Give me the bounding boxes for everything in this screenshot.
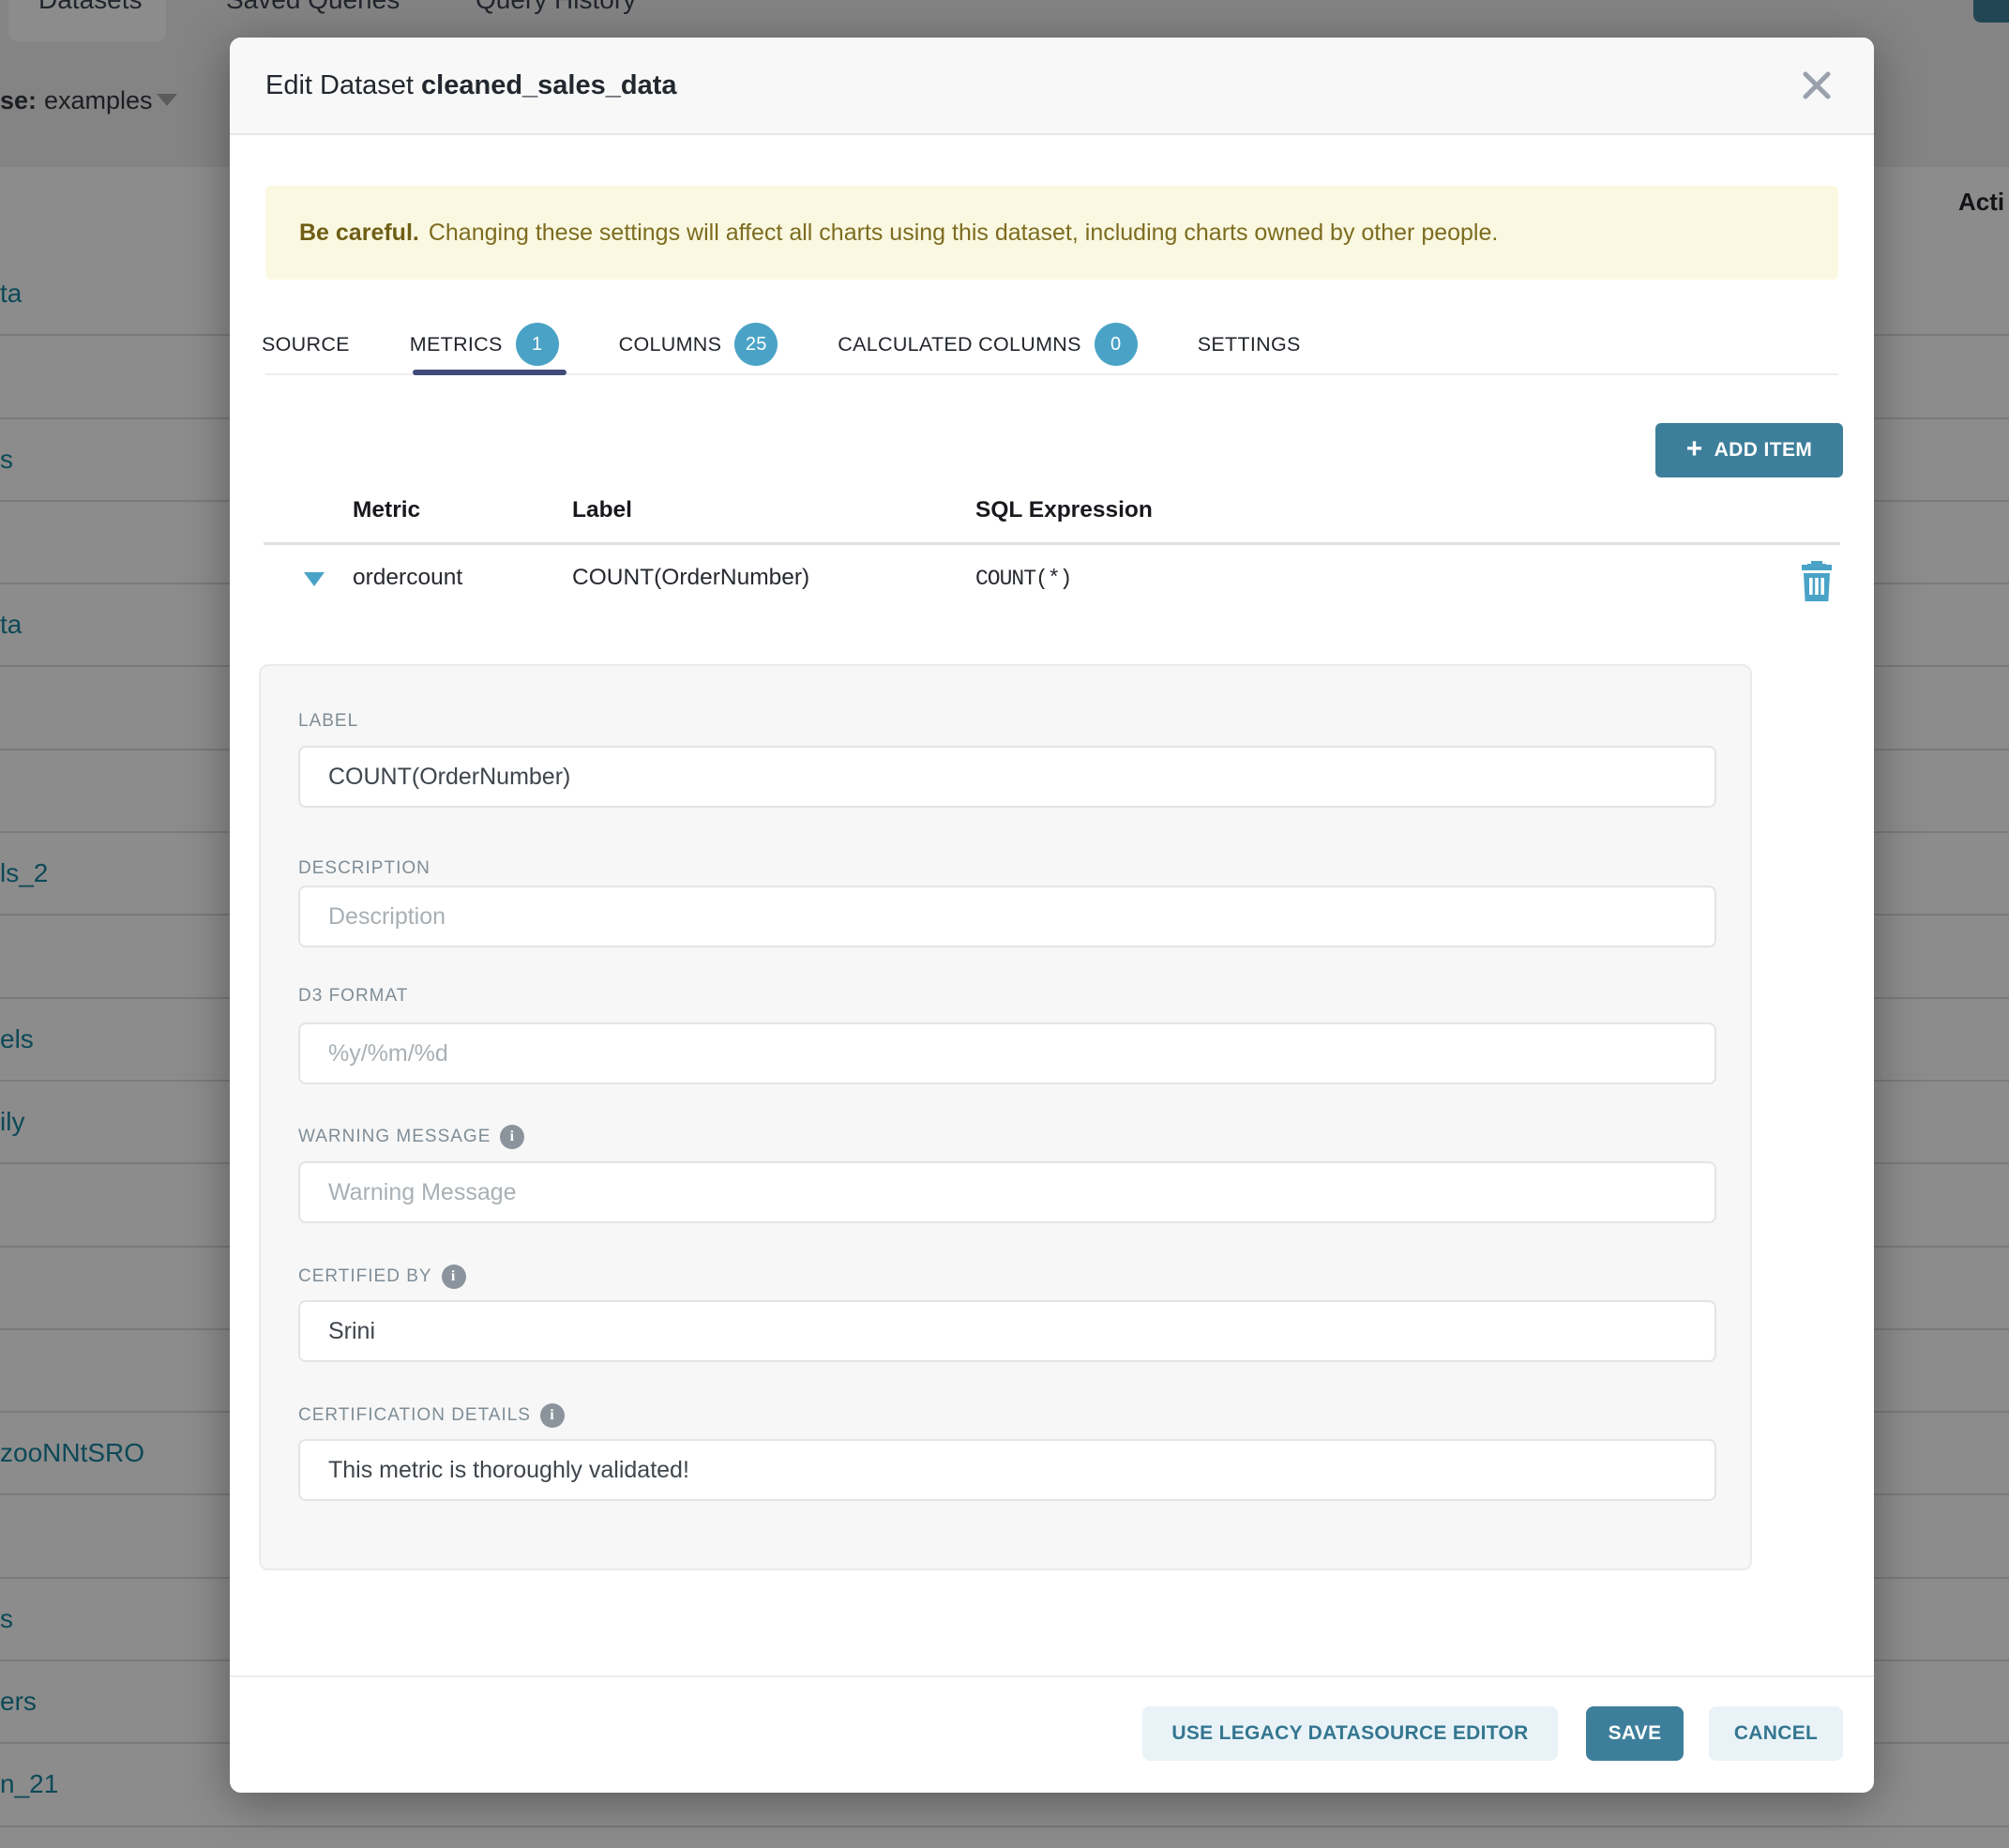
columns-count-badge: 25 bbox=[734, 323, 778, 366]
description-field-label: DESCRIPTION bbox=[298, 858, 430, 879]
metric-name-cell: ordercount bbox=[353, 565, 462, 591]
modal-header: Edit Dataset cleaned_sales_data bbox=[230, 38, 1874, 135]
d3-format-input[interactable] bbox=[298, 1022, 1716, 1084]
label-column-header: Label bbox=[572, 497, 632, 523]
warning-banner-bold: Be careful. bbox=[299, 220, 419, 247]
certified-by-field-label: CERTIFIED BYi bbox=[298, 1265, 466, 1289]
description-input[interactable] bbox=[298, 886, 1716, 947]
d3-format-field-label: D3 FORMAT bbox=[298, 986, 408, 1007]
cancel-button[interactable]: CANCEL bbox=[1709, 1706, 1843, 1761]
modal-title: Edit Dataset cleaned_sales_data bbox=[265, 70, 677, 101]
modal-title-dataset-name: cleaned_sales_data bbox=[421, 70, 676, 100]
delete-metric-trash-icon[interactable] bbox=[1798, 559, 1835, 607]
edit-dataset-modal: Edit Dataset cleaned_sales_data Be caref… bbox=[230, 38, 1874, 1793]
save-button[interactable]: SAVE bbox=[1586, 1706, 1684, 1761]
metric-detail-panel: LABEL DESCRIPTION D3 FORMAT WARNING MESS… bbox=[259, 664, 1752, 1570]
plus-icon: + bbox=[1686, 435, 1703, 463]
modal-footer-divider bbox=[230, 1675, 1874, 1677]
collapse-row-caret-icon[interactable] bbox=[304, 572, 325, 586]
warning-banner-text: Changing these settings will affect all … bbox=[429, 220, 1499, 247]
info-icon[interactable]: i bbox=[442, 1265, 466, 1289]
certified-by-input[interactable] bbox=[298, 1300, 1716, 1362]
tab-columns[interactable]: COLUMNS25 bbox=[619, 323, 778, 366]
info-icon[interactable]: i bbox=[540, 1403, 565, 1428]
certification-details-input[interactable] bbox=[298, 1439, 1716, 1501]
sql-expression-column-header: SQL Expression bbox=[975, 497, 1153, 523]
label-input[interactable] bbox=[298, 746, 1716, 808]
modal-title-prefix: Edit Dataset bbox=[265, 70, 421, 100]
active-tab-ink-bar bbox=[413, 370, 566, 375]
metrics-table-divider bbox=[264, 542, 1840, 545]
tab-source[interactable]: SOURCE bbox=[262, 333, 350, 356]
tab-settings[interactable]: SETTINGS bbox=[1198, 333, 1301, 356]
add-item-button[interactable]: + ADD ITEM bbox=[1655, 423, 1843, 477]
warning-message-input[interactable] bbox=[298, 1161, 1716, 1223]
close-icon[interactable] bbox=[1793, 62, 1840, 109]
modal-tabs: SOURCE METRICS1 COLUMNS25 CALCULATED COL… bbox=[230, 315, 1874, 373]
metric-sql-cell: COUNT(*) bbox=[975, 567, 1071, 591]
screen: Datasets Saved Queries Query History se:… bbox=[0, 0, 2009, 1848]
warning-message-field-label: WARNING MESSAGEi bbox=[298, 1125, 524, 1149]
label-field-label: LABEL bbox=[298, 711, 358, 732]
metric-column-header: Metric bbox=[353, 497, 420, 523]
info-icon[interactable]: i bbox=[500, 1125, 524, 1149]
certification-details-field-label: CERTIFICATION DETAILSi bbox=[298, 1403, 565, 1428]
calculated-columns-count-badge: 0 bbox=[1095, 323, 1138, 366]
tab-calculated-columns[interactable]: CALCULATED COLUMNS0 bbox=[838, 323, 1137, 366]
metrics-count-badge: 1 bbox=[516, 323, 559, 366]
use-legacy-datasource-editor-button[interactable]: USE LEGACY DATASOURCE EDITOR bbox=[1142, 1706, 1558, 1761]
warning-banner: Be careful. Changing these settings will… bbox=[265, 186, 1838, 280]
tab-metrics[interactable]: METRICS1 bbox=[410, 323, 559, 366]
metric-label-cell: COUNT(OrderNumber) bbox=[572, 565, 809, 591]
close-x-glyph bbox=[1801, 69, 1833, 101]
